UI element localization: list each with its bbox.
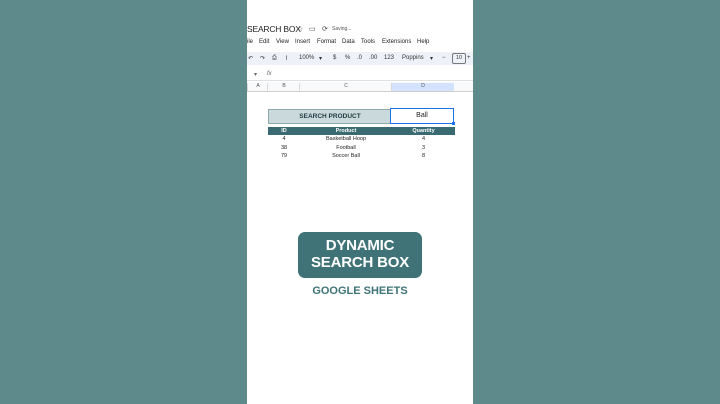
menu-format[interactable]: Format — [317, 39, 336, 45]
column-header-b[interactable]: B — [267, 83, 300, 91]
cell-quantity[interactable]: 8 — [392, 152, 455, 161]
document-title[interactable]: SEARCH BOX — [247, 24, 301, 34]
number-format-button[interactable]: 123 — [384, 55, 394, 61]
menu-view[interactable]: View — [276, 39, 289, 45]
results-table: ID Product Quantity 4 Basketball Hoop 4 … — [268, 127, 455, 161]
header-quantity[interactable]: Quantity — [392, 127, 455, 135]
cell-quantity[interactable]: 3 — [392, 144, 455, 153]
overlay-title-line1: DYNAMIC — [325, 237, 395, 254]
column-header-d[interactable]: D — [391, 83, 454, 91]
selection-fill-handle[interactable] — [452, 122, 455, 125]
redo-icon[interactable]: ↷ — [260, 55, 265, 62]
zoom-select[interactable]: 100% — [299, 55, 314, 61]
header-id[interactable]: ID — [268, 127, 300, 135]
column-headers: A B C D — [247, 82, 473, 92]
background-right — [473, 0, 720, 404]
menu-tools[interactable]: Tools — [361, 39, 375, 45]
menu-data[interactable]: Data — [342, 39, 355, 45]
table-row: 4 Basketball Hoop 4 — [268, 135, 455, 144]
undo-icon[interactable]: ↶ — [248, 55, 253, 62]
cell-id[interactable]: 38 — [268, 144, 300, 153]
font-size-increase-button[interactable]: + — [467, 55, 471, 61]
formula-bar: ▾ fx — [247, 71, 473, 81]
column-header-c[interactable]: C — [299, 83, 392, 91]
search-input-cell[interactable]: Ball — [390, 108, 454, 124]
cell-quantity[interactable]: 4 — [392, 135, 455, 144]
cell-product[interactable]: Soccer Ball — [300, 152, 392, 161]
toolbar: ↶ ↷ ⎙ ⌇ 100% ▾ $ % .0 .00 123 Poppins ▾ … — [247, 52, 473, 65]
overlay-title-line2: SEARCH BOX — [310, 254, 409, 271]
search-product-label: SEARCH PRODUCT — [268, 109, 392, 124]
column-header-a[interactable]: A — [247, 83, 268, 91]
menu-help[interactable]: Help — [417, 39, 429, 45]
overlay-title-box: DYNAMIC SEARCH BOX — [298, 232, 422, 278]
menu-bar: ile Edit View Insert Format Data Tools E… — [247, 39, 473, 48]
font-size-decrease-button[interactable]: − — [442, 55, 446, 61]
background-left — [0, 0, 247, 404]
font-select[interactable]: Poppins — [402, 55, 424, 61]
menu-file[interactable]: ile — [247, 39, 253, 45]
increase-decimal-button[interactable]: .00 — [369, 55, 377, 61]
zoom-chevron-down-icon[interactable]: ▾ — [319, 55, 322, 62]
currency-button[interactable]: $ — [333, 55, 336, 61]
table-row: 79 Soccer Ball 8 — [268, 152, 455, 161]
saving-status: Saving... — [332, 26, 352, 32]
font-chevron-down-icon[interactable]: ▾ — [430, 55, 433, 62]
cell-id[interactable]: 4 — [268, 135, 300, 144]
table-row: 38 Football 3 — [268, 144, 455, 153]
star-icon[interactable]: ☆ — [297, 25, 303, 33]
sync-icon: ⟳ — [322, 26, 328, 33]
cell-product[interactable]: Football — [300, 144, 392, 153]
fx-icon: fx — [267, 71, 272, 77]
table-header-row: ID Product Quantity — [268, 127, 455, 135]
menu-insert[interactable]: Insert — [295, 39, 310, 45]
percent-button[interactable]: % — [345, 55, 350, 61]
overlay-subtitle: GOOGLE SHEETS — [312, 285, 408, 297]
folder-move-icon[interactable]: ▭ — [309, 25, 316, 33]
cell-product[interactable]: Basketball Hoop — [300, 135, 392, 144]
decrease-decimal-button[interactable]: .0 — [357, 55, 362, 61]
cell-reference-chevron-icon[interactable]: ▾ — [254, 71, 257, 78]
paint-format-icon[interactable]: ⌇ — [285, 55, 288, 62]
header-product[interactable]: Product — [300, 127, 392, 135]
font-size-input[interactable]: 10 — [452, 53, 466, 64]
menu-extensions[interactable]: Extensions — [382, 39, 411, 45]
print-icon[interactable]: ⎙ — [272, 55, 277, 62]
title-bar: SEARCH BOX ☆ ▭ ⟳ Saving... — [247, 24, 473, 38]
video-frame: SEARCH BOX ☆ ▭ ⟳ Saving... ile Edit View… — [247, 0, 473, 404]
menu-edit[interactable]: Edit — [259, 39, 269, 45]
cell-id[interactable]: 79 — [268, 152, 300, 161]
